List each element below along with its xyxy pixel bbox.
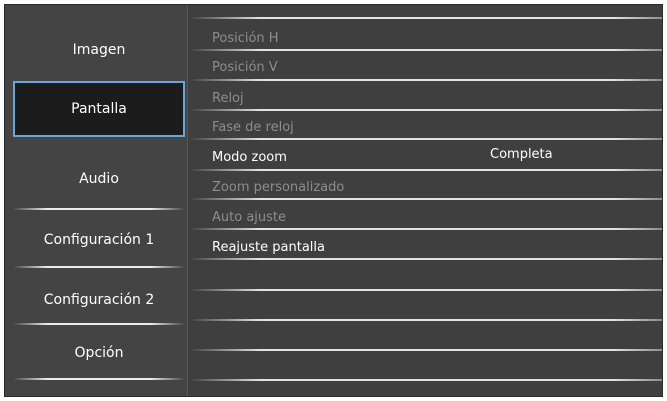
row-zoom-personalizado[interactable]: Zoom personalizado xyxy=(189,171,662,201)
row-separator xyxy=(189,349,662,351)
row-auto-ajuste[interactable]: Auto ajuste xyxy=(189,201,662,231)
menu-divider-line xyxy=(13,378,185,380)
menu-item-label: Configuración 2 xyxy=(43,292,155,308)
row-label: Modo zoom xyxy=(212,150,287,165)
row-label: Reloj xyxy=(212,91,244,106)
row-label: Auto ajuste xyxy=(212,210,287,225)
row-label: Posición V xyxy=(212,60,278,75)
row-separator xyxy=(189,258,662,260)
row-separator xyxy=(189,198,662,200)
row-value: Completa xyxy=(490,147,553,162)
menu-divider-line xyxy=(13,208,185,210)
row-separator xyxy=(189,379,662,381)
row-separator xyxy=(189,289,662,291)
menu-item-label: Imagen xyxy=(72,42,126,58)
row-separator xyxy=(189,79,662,81)
row-posicion-h[interactable]: Posición H xyxy=(189,22,662,52)
row-fase-de-reloj[interactable]: Fase de reloj xyxy=(189,111,662,141)
row-reloj[interactable]: Reloj xyxy=(189,82,662,112)
menu-item-configuracion-2[interactable]: Configuración 2 xyxy=(13,272,185,328)
row-label: Fase de reloj xyxy=(212,120,294,135)
menu-item-imagen[interactable]: Imagen xyxy=(13,22,185,78)
row-posicion-v[interactable]: Posición V xyxy=(189,51,662,81)
menu-divider-line xyxy=(13,266,185,268)
menu-item-label: Configuración 1 xyxy=(43,232,155,248)
menu-item-audio[interactable]: Audio xyxy=(13,151,185,207)
menu-item-label: Audio xyxy=(79,171,119,187)
row-label: Zoom personalizado xyxy=(212,180,345,195)
row-separator xyxy=(189,17,662,19)
osd-menu: Imagen Pantalla Audio Configuración 1 Co… xyxy=(4,4,663,397)
menu-item-label: Opción xyxy=(74,345,124,361)
row-separator xyxy=(189,228,662,230)
menu-item-label: Pantalla xyxy=(71,101,127,117)
row-label: Reajuste pantalla xyxy=(212,240,325,255)
menu-item-pantalla[interactable]: Pantalla xyxy=(13,81,185,137)
row-modo-zoom[interactable]: Modo zoom Completa xyxy=(189,141,662,171)
main-menu: Imagen Pantalla Audio Configuración 1 Co… xyxy=(5,5,187,396)
row-separator xyxy=(189,319,662,321)
menu-item-configuracion-1[interactable]: Configuración 1 xyxy=(13,212,185,268)
row-separator xyxy=(189,138,662,140)
row-label: Posición H xyxy=(212,31,279,46)
menu-item-opcion[interactable]: Opción xyxy=(13,325,185,381)
row-reajuste-pantalla[interactable]: Reajuste pantalla xyxy=(189,231,662,261)
submenu-panel: Posición H Posición V Reloj Fase de relo… xyxy=(189,5,662,396)
